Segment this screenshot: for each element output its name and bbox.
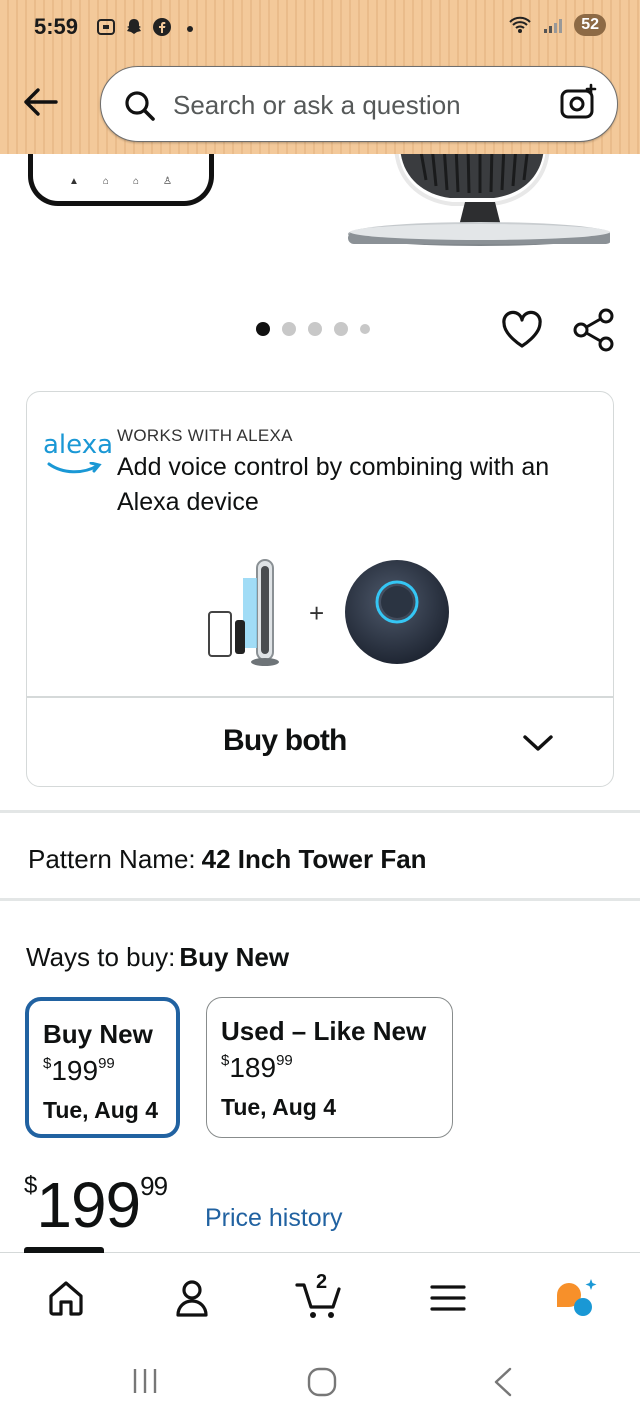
carousel-dot — [256, 322, 270, 336]
carousel-indicators — [256, 322, 370, 336]
ways-to-buy-heading: Ways to buy: Buy New — [26, 942, 289, 973]
recent-apps-icon[interactable] — [130, 1366, 160, 1396]
product-price: $19999 — [24, 1168, 168, 1242]
status-time: 5:59 — [34, 14, 79, 39]
menu-icon — [430, 1285, 466, 1311]
fan-product-image — [348, 154, 610, 246]
price-history-link[interactable]: Price history — [205, 1204, 343, 1233]
wishlist-button[interactable] — [500, 308, 544, 357]
plus-sign: + — [309, 598, 325, 628]
active-tab-indicator — [24, 1247, 104, 1253]
alexa-description: Add voice control by combining with an A… — [117, 453, 550, 516]
nav-rufus-assistant[interactable] — [548, 1273, 604, 1323]
nav-account[interactable] — [164, 1273, 220, 1323]
status-notification-icons — [96, 17, 200, 37]
wifi-icon — [509, 16, 531, 33]
screenshot-icon — [97, 19, 115, 35]
nav-menu[interactable] — [420, 1273, 476, 1323]
facebook-icon — [153, 18, 171, 36]
pattern-label: Pattern Name: — [28, 844, 196, 874]
phone-tab-icon: ⌂ — [102, 176, 109, 187]
option-price: $19999 — [43, 1055, 115, 1086]
buy-option-new[interactable]: Buy New $19999 Tue, Aug 4 — [25, 997, 180, 1138]
pattern-value: 42 Inch Tower Fan — [201, 844, 427, 874]
bottom-navigation: 2 — [0, 1247, 640, 1344]
option-title: Used – Like New — [221, 1016, 427, 1046]
search-input[interactable] — [173, 85, 533, 125]
carousel-dot — [360, 324, 370, 334]
rufus-icon — [557, 1279, 597, 1316]
system-back-icon[interactable] — [490, 1366, 516, 1398]
alexa-logo: alexa — [43, 430, 114, 460]
price-whole: 199 — [36, 1169, 141, 1241]
section-divider — [0, 810, 640, 813]
status-system-icons: 52 — [508, 14, 606, 36]
section-divider — [0, 898, 640, 901]
carousel-dot — [308, 322, 322, 336]
phone-user-icon: ♙ — [163, 176, 172, 187]
buy-both-label[interactable]: Buy both — [223, 724, 347, 758]
phone-tab-icon: ⌂ — [132, 176, 139, 187]
phone-app-image: ▲ ⌂ ⌂ ♙ — [28, 154, 214, 206]
phone-home-icon: ▲ — [69, 176, 79, 187]
card-divider — [27, 696, 613, 698]
product-image-carousel[interactable]: ▲ ⌂ ⌂ ♙ — [0, 154, 640, 284]
back-button[interactable] — [18, 80, 62, 124]
pattern-name-row[interactable]: Pattern Name: 42 Inch Tower Fan — [28, 844, 427, 875]
search-icon — [125, 91, 155, 121]
home-icon — [49, 1281, 83, 1316]
option-price: $18999 — [221, 1052, 293, 1083]
signal-icon — [544, 19, 563, 33]
share-button[interactable] — [572, 308, 616, 357]
system-navigation-bar — [0, 1344, 640, 1422]
search-bar[interactable] — [100, 66, 618, 142]
option-delivery-date: Tue, Aug 4 — [43, 1097, 158, 1123]
price-cents: 99 — [140, 1171, 168, 1201]
buy-option-used[interactable]: Used – Like New $18999 Tue, Aug 4 — [206, 997, 453, 1138]
option-title: Buy New — [43, 1019, 153, 1049]
echo-speaker-image — [345, 560, 449, 664]
carousel-dot — [282, 322, 296, 336]
cart-count: 2 — [316, 1271, 328, 1293]
top-header: 5:59 52 — [0, 0, 640, 154]
home-button-icon[interactable] — [306, 1366, 338, 1398]
buy-both-expand-button[interactable] — [521, 728, 555, 763]
notification-dot-icon — [187, 26, 193, 32]
ways-label: Ways to buy: — [26, 942, 176, 972]
option-delivery-date: Tue, Aug 4 — [221, 1094, 336, 1120]
nav-cart[interactable]: 2 — [292, 1271, 348, 1323]
works-with-alexa-card: alexa WORKS WITH ALEXA Add voice control… — [26, 391, 614, 787]
chevron-down-icon — [523, 735, 553, 751]
price-currency: $ — [24, 1172, 37, 1199]
heart-icon — [502, 310, 542, 348]
nav-home[interactable] — [38, 1273, 94, 1323]
alexa-smile-icon — [47, 462, 102, 474]
account-icon — [176, 1280, 208, 1317]
back-arrow-icon — [24, 88, 58, 116]
ways-value: Buy New — [179, 942, 290, 972]
alexa-kicker: WORKS WITH ALEXA — [117, 426, 293, 445]
snapchat-icon — [127, 19, 141, 34]
share-icon — [573, 308, 614, 352]
camera-search-icon[interactable] — [559, 83, 599, 123]
carousel-dot — [334, 322, 348, 336]
battery-indicator: 52 — [574, 14, 606, 36]
